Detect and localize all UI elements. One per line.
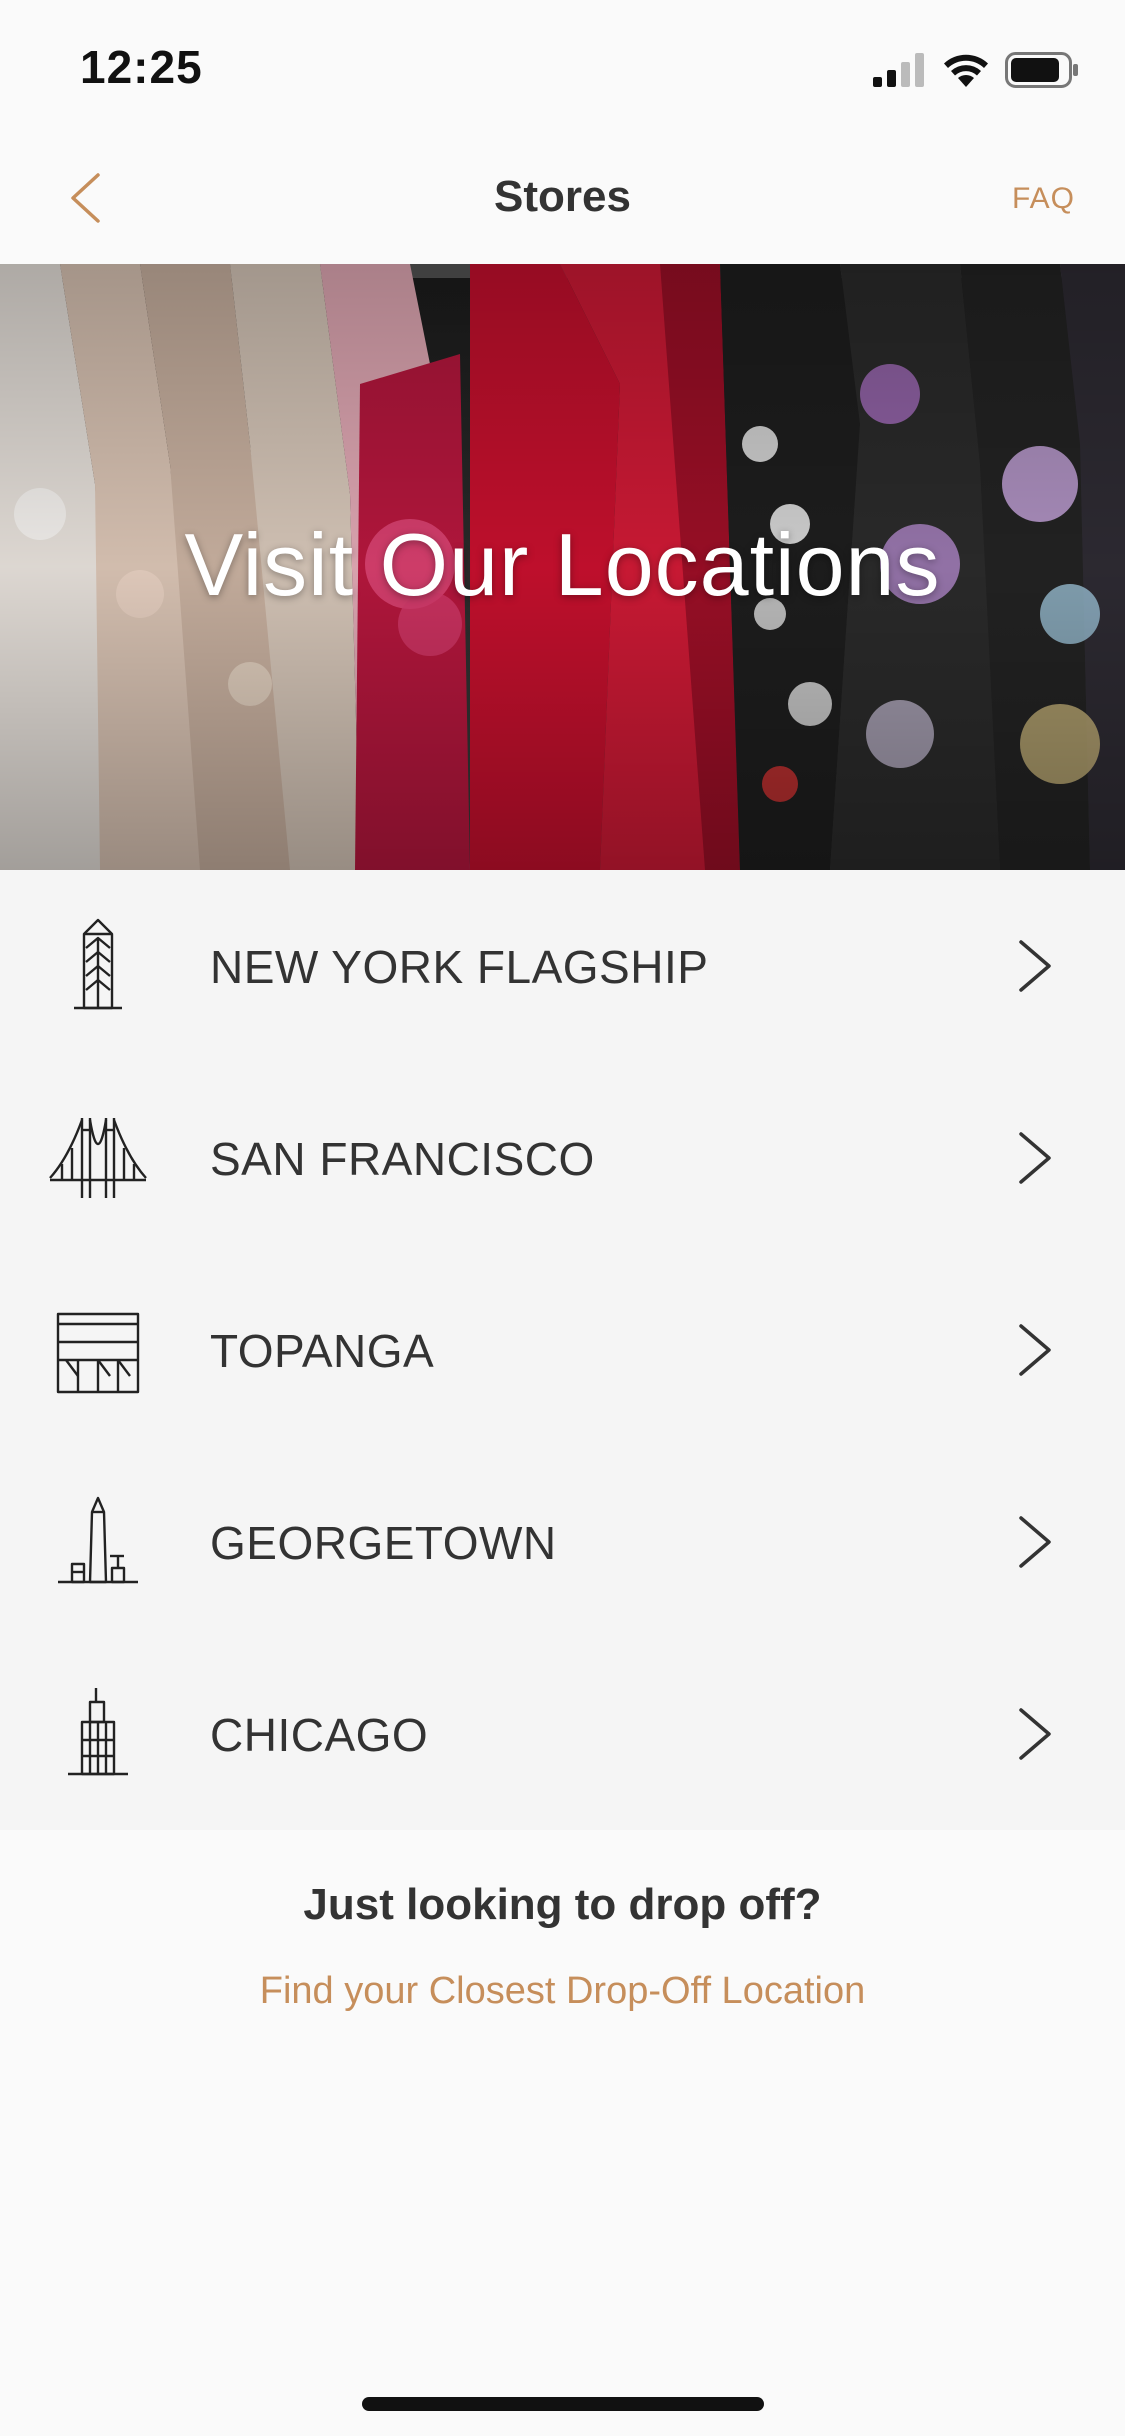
battery-icon <box>1005 52 1078 88</box>
page-title: Stores <box>494 172 631 221</box>
store-label: SAN FRANCISCO <box>210 1133 595 1185</box>
status-time: 12:25 <box>80 41 203 93</box>
faq-button[interactable]: FAQ <box>1012 182 1075 216</box>
store-row-georgetown[interactable]: GEORGETOWN <box>0 1446 1125 1638</box>
golden-gate-bridge-icon <box>49 1118 147 1198</box>
skyscraper-icon <box>68 1688 128 1776</box>
store-label: TOPANGA <box>210 1325 435 1377</box>
flatiron-building-icon <box>74 918 122 1010</box>
stores-screen: 12:25 Stores FAQ Visit Our Locations NEW… <box>0 0 1125 2436</box>
status-bar: 12:25 <box>0 0 1125 132</box>
chevron-right-icon <box>1019 1132 1051 1184</box>
navigation-bar: Stores FAQ <box>0 132 1125 264</box>
dropoff-heading: Just looking to drop off? <box>303 1880 822 1929</box>
wifi-icon <box>944 54 988 87</box>
hero-title: Visit Our Locations <box>184 515 941 614</box>
status-icons <box>873 50 1079 90</box>
store-row-new-york-flagship[interactable]: NEW YORK FLAGSHIP <box>0 870 1125 1062</box>
cellular-signal-icon <box>873 53 924 87</box>
chevron-right-icon <box>1019 1516 1051 1568</box>
store-row-topanga[interactable]: TOPANGA <box>0 1254 1125 1446</box>
chevron-right-icon <box>1019 1324 1051 1376</box>
hero-banner: Visit Our Locations <box>0 264 1125 870</box>
store-label: GEORGETOWN <box>210 1517 557 1569</box>
store-label: CHICAGO <box>210 1709 429 1761</box>
chevron-right-icon <box>1019 1708 1051 1760</box>
store-row-san-francisco[interactable]: SAN FRANCISCO <box>0 1062 1125 1254</box>
chevron-right-icon <box>1019 940 1051 992</box>
washington-monument-icon <box>58 1496 138 1584</box>
find-dropoff-location-link[interactable]: Find your Closest Drop-Off Location <box>0 1970 1125 2013</box>
home-indicator[interactable] <box>362 2397 764 2411</box>
store-label: NEW YORK FLAGSHIP <box>210 941 709 993</box>
storefront-icon <box>56 1312 140 1394</box>
store-row-chicago[interactable]: CHICAGO <box>0 1638 1125 1830</box>
store-list: NEW YORK FLAGSHIP SAN FRANCISCO TOPANGA … <box>0 870 1125 1830</box>
